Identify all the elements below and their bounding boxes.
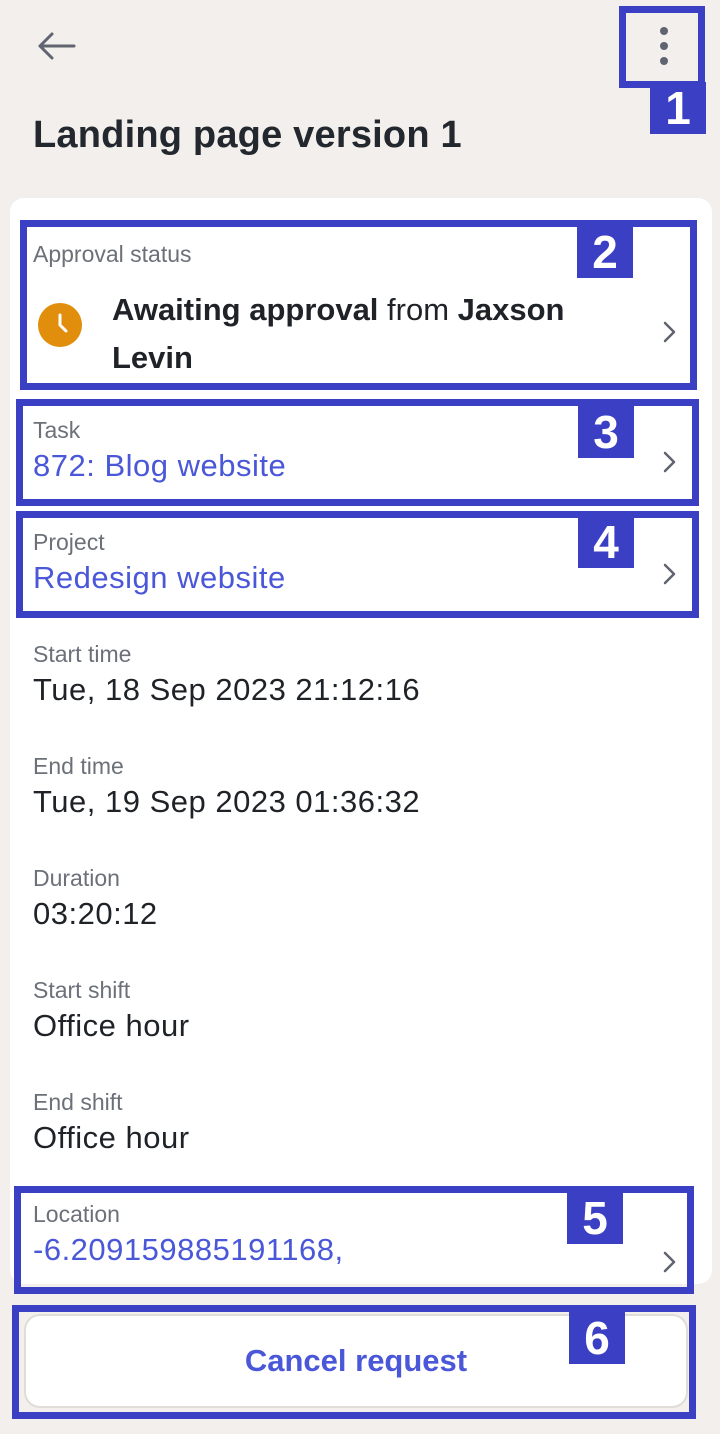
duration-row: Duration 03:20:12 xyxy=(33,864,693,934)
marker-label-6: 6 xyxy=(569,1312,625,1364)
end-time-label: End time xyxy=(33,753,124,779)
page-title: Landing page version 1 xyxy=(33,114,462,156)
start-time-value: Tue, 18 Sep 2023 21:12:16 xyxy=(33,672,421,707)
end-shift-value: Office hour xyxy=(33,1120,190,1155)
duration-label: Duration xyxy=(33,865,120,891)
more-vertical-icon xyxy=(660,27,668,65)
marker-label-3: 3 xyxy=(578,406,634,458)
start-time-label: Start time xyxy=(33,641,132,667)
duration-value: 03:20:12 xyxy=(33,896,158,931)
approval-from-word: from xyxy=(378,292,458,327)
chevron-right-icon xyxy=(663,563,676,585)
approval-status-value: Awaiting approval xyxy=(112,292,379,327)
clock-icon xyxy=(38,303,82,347)
end-shift-label: End shift xyxy=(33,1089,123,1115)
top-bar: Landing page version 1 xyxy=(0,0,720,190)
chevron-right-icon xyxy=(663,1251,676,1273)
chevron-right-icon xyxy=(663,321,676,343)
back-button[interactable] xyxy=(30,22,82,70)
start-shift-value: Office hour xyxy=(33,1008,190,1043)
start-shift-row: Start shift Office hour xyxy=(33,976,693,1046)
arrow-left-icon xyxy=(38,32,76,60)
marker-label-4: 4 xyxy=(578,516,634,568)
marker-label-2: 2 xyxy=(577,226,633,278)
more-options-button[interactable] xyxy=(632,16,696,76)
chevron-right-icon xyxy=(663,451,676,473)
marker-label-5: 5 xyxy=(567,1192,623,1244)
end-shift-row: End shift Office hour xyxy=(33,1088,693,1158)
end-time-value: Tue, 19 Sep 2023 01:36:32 xyxy=(33,784,421,819)
details-card: Approval status Awaiting approval from J… xyxy=(10,198,712,1284)
start-time-row: Start time Tue, 18 Sep 2023 21:12:16 xyxy=(33,640,693,710)
end-time-row: End time Tue, 19 Sep 2023 01:36:32 xyxy=(33,752,693,822)
marker-label-1: 1 xyxy=(650,82,706,134)
start-shift-label: Start shift xyxy=(33,977,131,1003)
approval-status-text: Awaiting approval from Jaxson Levin xyxy=(112,286,612,382)
